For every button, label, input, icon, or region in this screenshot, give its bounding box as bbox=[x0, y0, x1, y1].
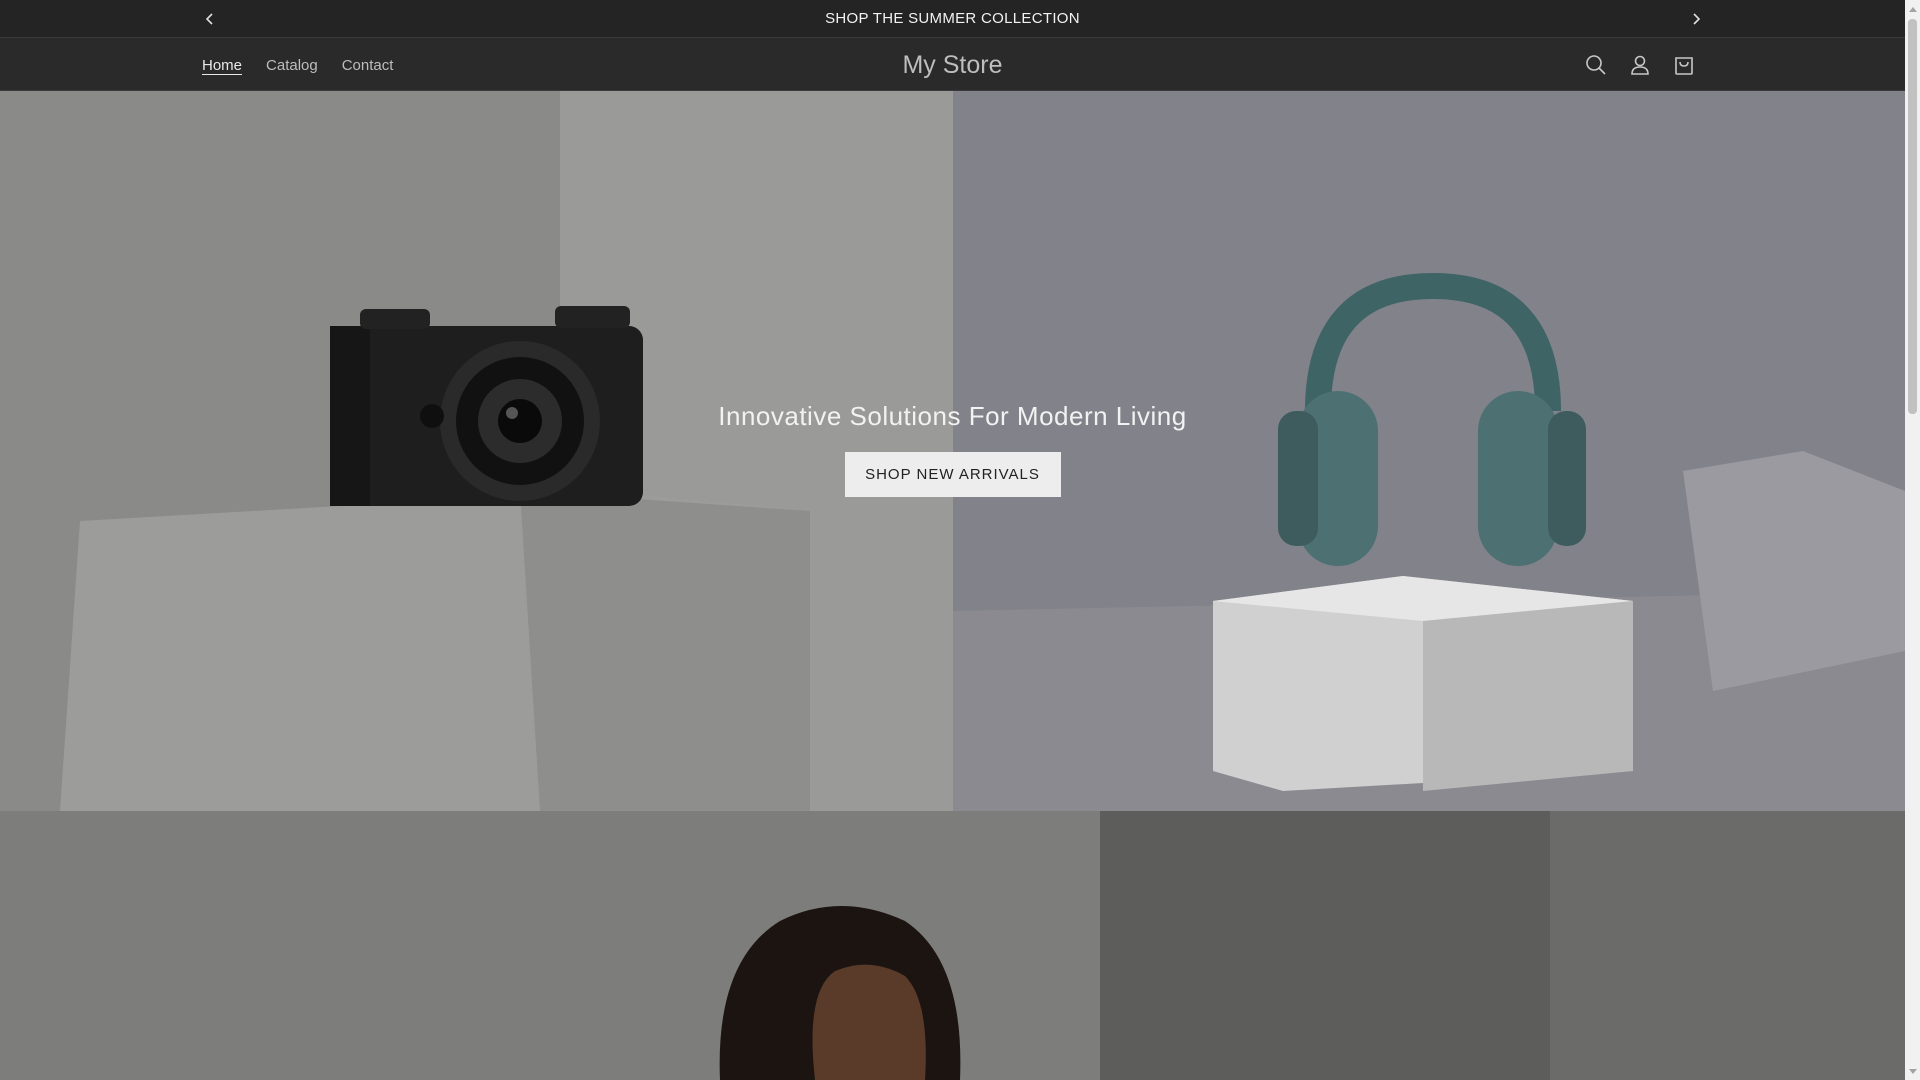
nav-home-link[interactable]: Home bbox=[190, 57, 254, 74]
scroll-down-arrow[interactable] bbox=[1905, 1063, 1920, 1080]
site-header: Home Catalog Contact My Store bbox=[0, 37, 1905, 91]
cart-icon bbox=[1675, 57, 1693, 75]
account-icon bbox=[1631, 55, 1649, 75]
second-banner-image bbox=[0, 811, 1905, 1080]
shop-new-arrivals-button[interactable]: SHOP NEW ARRIVALS bbox=[844, 452, 1061, 497]
store-logo[interactable]: My Store bbox=[902, 51, 1002, 80]
cart-button[interactable] bbox=[1662, 43, 1706, 87]
model-photo-icon bbox=[0, 811, 1905, 1080]
hero-content: Innovative Solutions For Modern Living S… bbox=[0, 401, 1905, 497]
nav-catalog-link[interactable]: Catalog bbox=[254, 57, 330, 74]
chevron-left-icon bbox=[205, 12, 213, 25]
announcement-text[interactable]: SHOP THE SUMMER COLLECTION bbox=[825, 10, 1080, 27]
search-icon bbox=[1586, 55, 1606, 75]
hero-title: Innovative Solutions For Modern Living bbox=[718, 401, 1187, 431]
chevron-right-icon bbox=[1693, 12, 1701, 25]
search-button[interactable] bbox=[1574, 43, 1618, 87]
scroll-up-arrow[interactable] bbox=[1905, 0, 1920, 17]
store-page: SHOP THE SUMMER COLLECTION Home Catalog … bbox=[0, 0, 1920, 1080]
nav-contact-link[interactable]: Contact bbox=[330, 57, 406, 74]
caret-up-icon bbox=[1908, 6, 1917, 12]
header-icons bbox=[1574, 38, 1706, 92]
announcement-next-button[interactable] bbox=[1676, 0, 1716, 37]
account-button[interactable] bbox=[1618, 43, 1662, 87]
page-scrollbar[interactable] bbox=[1905, 0, 1920, 1080]
announcement-bar: SHOP THE SUMMER COLLECTION bbox=[0, 0, 1905, 37]
hero-banner: Innovative Solutions For Modern Living S… bbox=[0, 91, 1905, 811]
caret-down-icon bbox=[1908, 1068, 1917, 1074]
scrollbar-thumb[interactable] bbox=[1908, 19, 1917, 414]
main-nav: Home Catalog Contact bbox=[190, 38, 405, 92]
announcement-prev-button[interactable] bbox=[190, 0, 230, 37]
